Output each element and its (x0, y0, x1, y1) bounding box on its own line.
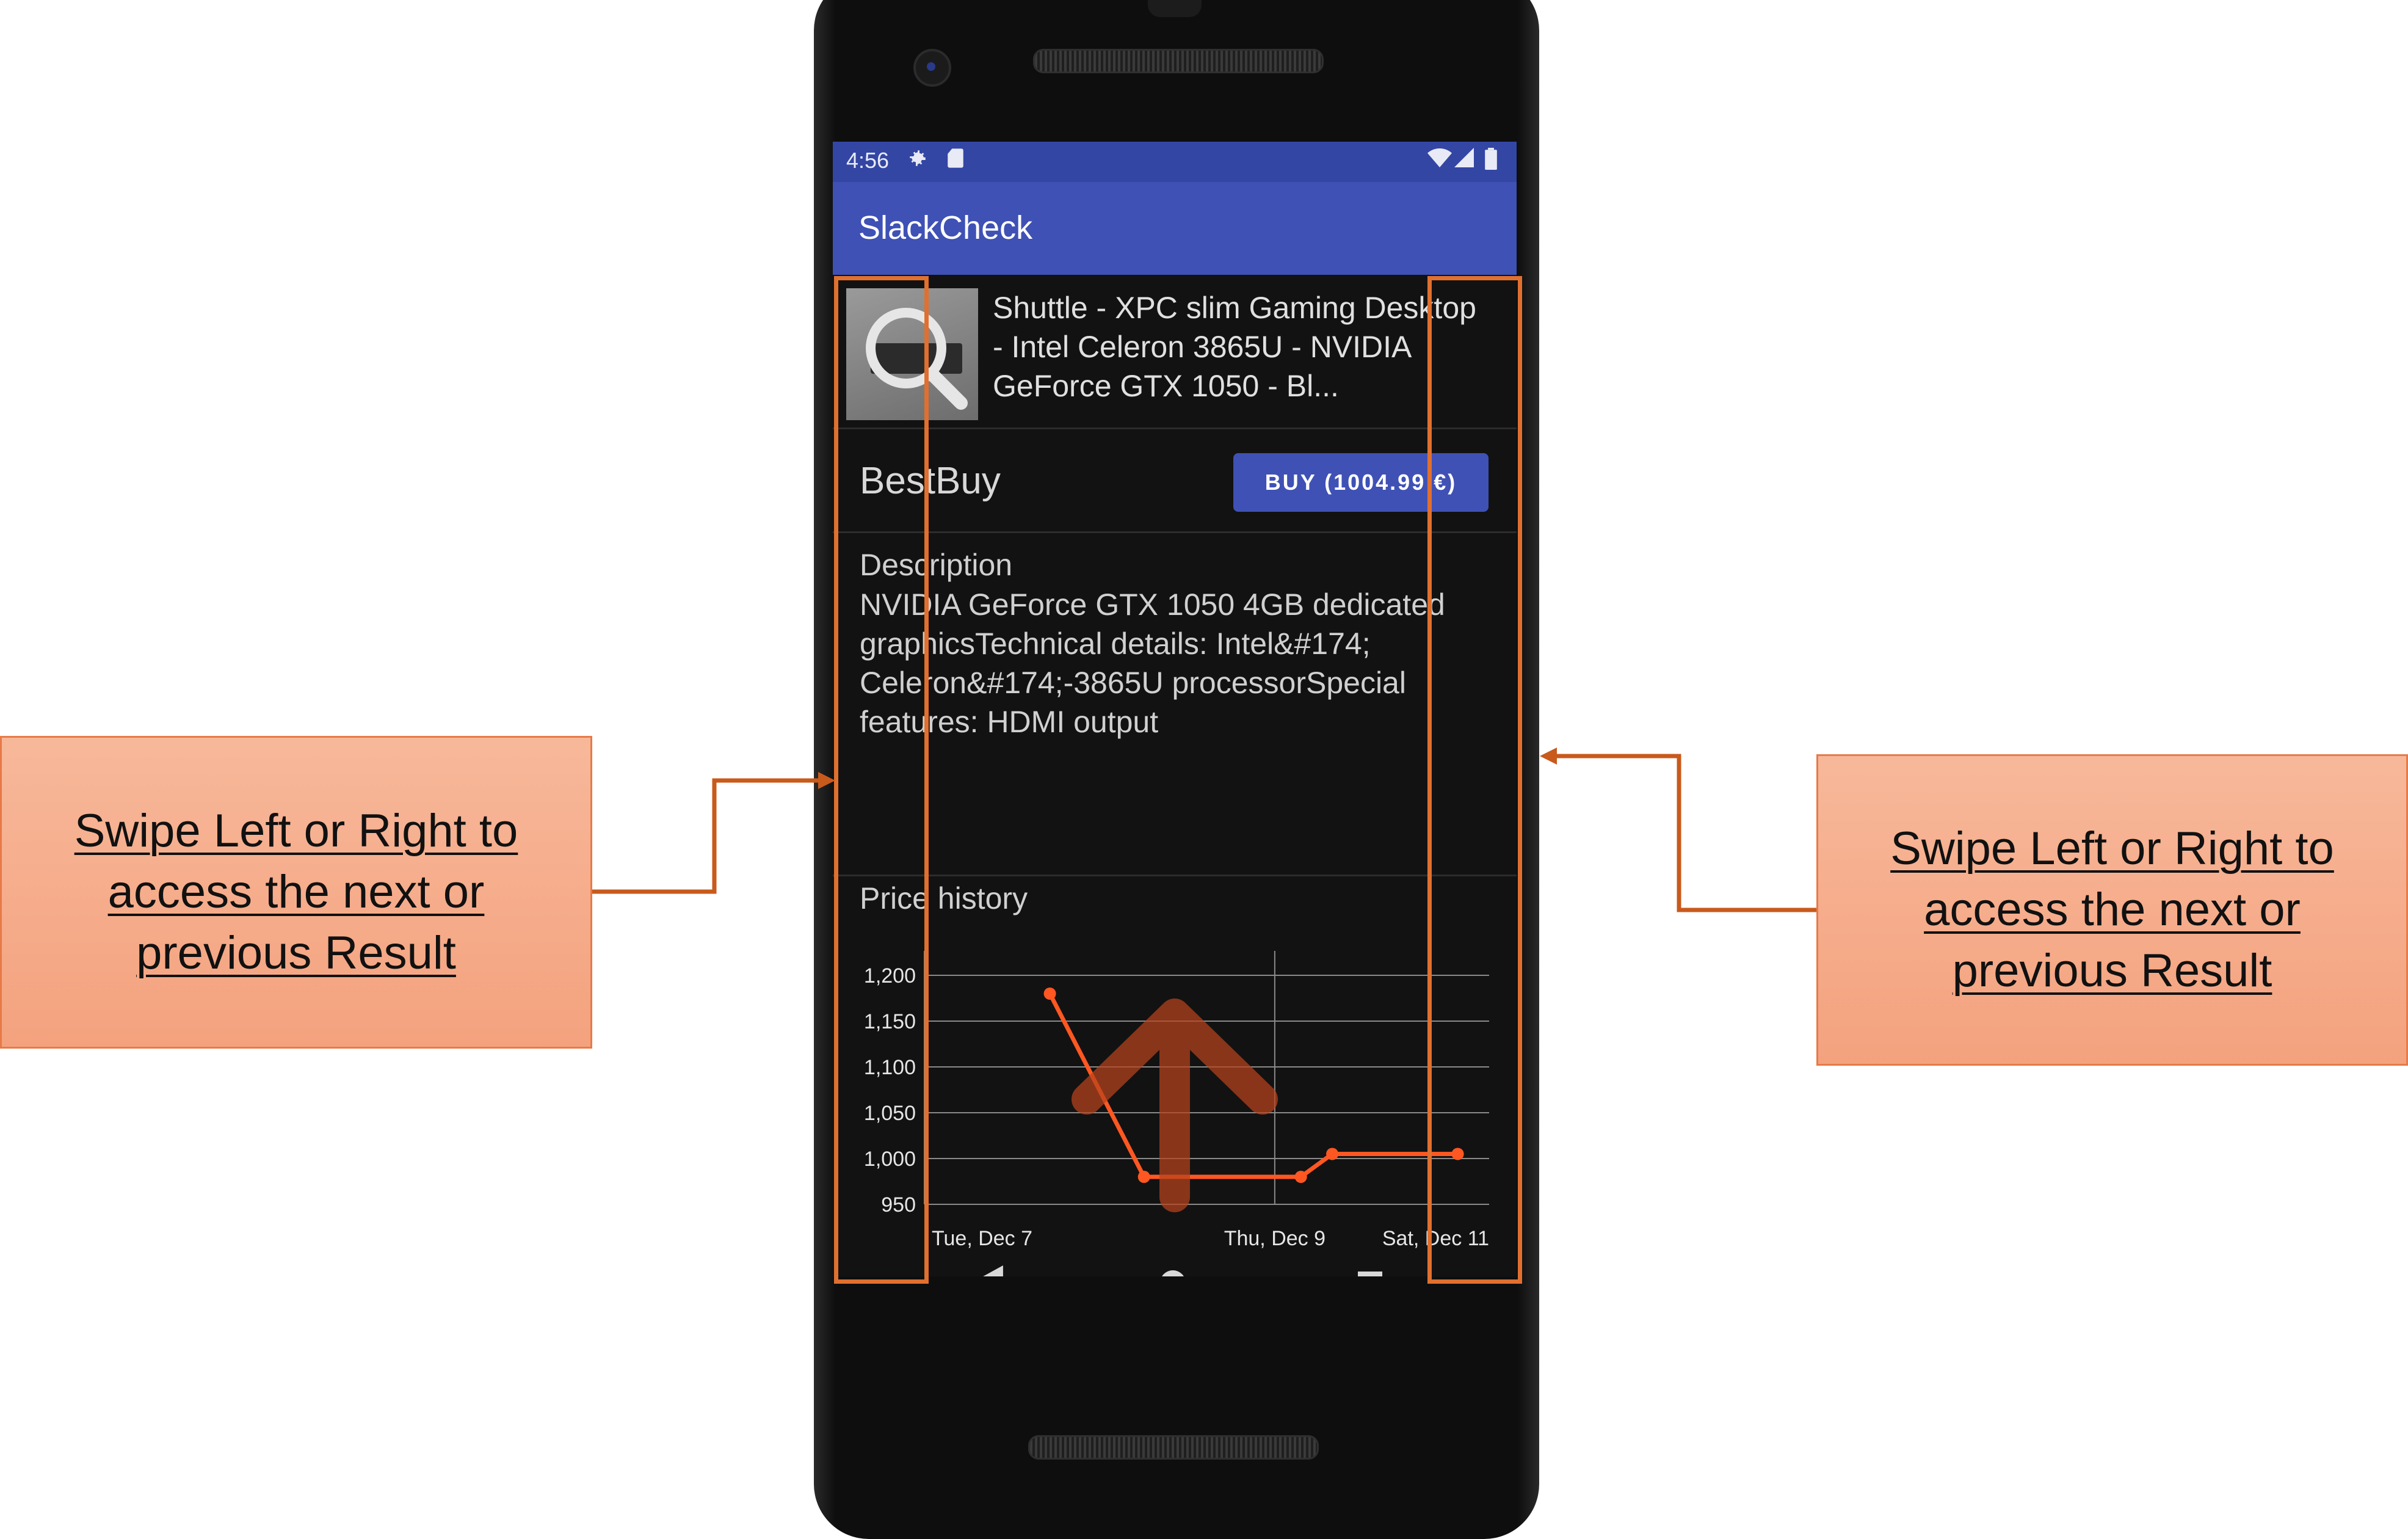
divider (833, 875, 1517, 876)
product-header[interactable]: Shuttle - XPC slim Gaming Desktop - Inte… (833, 275, 1517, 428)
divider (833, 428, 1517, 429)
swipe-zone-left (834, 276, 929, 1284)
front-camera-icon (913, 49, 951, 87)
app-bar: SlackCheck (833, 182, 1517, 275)
battery-icon (1485, 148, 1497, 175)
app-title: SlackCheck (858, 209, 1033, 246)
divider (833, 531, 1517, 533)
product-title: Shuttle - XPC slim Gaming Desktop - Inte… (993, 291, 1476, 403)
connector-right (1540, 748, 1816, 912)
signal-icon (1454, 148, 1474, 173)
data-point (1043, 988, 1056, 1000)
swipe-zone-right (1427, 276, 1522, 1284)
bottom-speaker-grille (1028, 1435, 1319, 1460)
top-speaker-grille (1033, 49, 1324, 73)
gear-icon (907, 148, 928, 174)
chart-canvas: 9501,0001,0501,1001,1501,200Tue, Dec 7 Th… (864, 951, 1489, 1250)
recents-icon[interactable] (1358, 1264, 1382, 1276)
status-bar: 4:56 (833, 142, 1517, 182)
callout-left-text: Swipe Left or Right to access the next o… (74, 805, 518, 979)
back-icon[interactable] (977, 1262, 1004, 1276)
data-point (1326, 1148, 1339, 1160)
connector-left (592, 772, 835, 894)
description-body: NVIDIA GeForce GTX 1050 4GB dedicated gr… (860, 588, 1445, 739)
x-tick-label: Tue, Dec 7 (932, 1227, 1032, 1250)
status-time: 4:56 (846, 148, 890, 173)
callout-right-text: Swipe Left or Right to access the next o… (1890, 823, 2334, 997)
callout-right: Swipe Left or Right to access the next o… (1816, 754, 2408, 1066)
data-point (1137, 1171, 1150, 1183)
phone-screen: 4:56 SlackCheck Shuttle - XPC slim Gamin… (833, 142, 1517, 1276)
data-point (1294, 1171, 1307, 1183)
sd-card-icon (946, 148, 965, 174)
x-tick-label: Thu, Dec 9 (1224, 1227, 1325, 1250)
price-history-chart[interactable]: 950 1,000 1,050 1,100 1,150 1,200 Tue, Dec 7 Th… (833, 933, 1517, 1250)
home-icon[interactable] (1160, 1264, 1186, 1276)
wifi-icon (1427, 148, 1452, 174)
phone-notch (1148, 0, 1202, 17)
callout-left: Swipe Left or Right to access the next o… (0, 736, 592, 1049)
